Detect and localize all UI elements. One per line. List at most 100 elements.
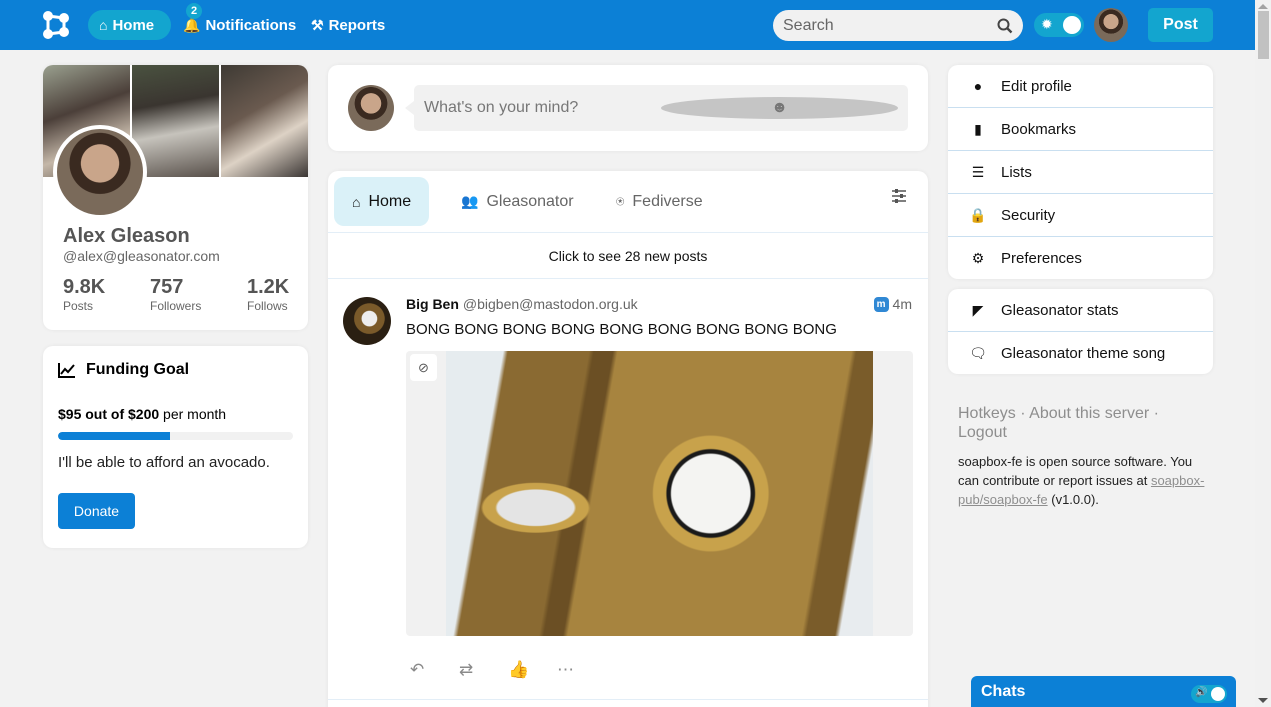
tab-label: Gleasonator <box>486 192 574 210</box>
fediverse-icon: ⍟ <box>616 193 625 209</box>
gear-icon: ⚙ <box>971 250 985 266</box>
stat-followers[interactable]: 757 Followers <box>150 276 201 313</box>
chats-title: Chats <box>981 683 1026 700</box>
tab-home[interactable]: ⌂ Home <box>334 177 430 226</box>
reply-button[interactable]: ↶ <box>406 658 455 682</box>
account-avatar[interactable] <box>1094 8 1128 42</box>
speaker-icon: 🔊 <box>1195 687 1208 698</box>
tab-label: Home <box>368 192 412 210</box>
separator: · <box>1015 405 1030 422</box>
link-hotkeys[interactable]: Hotkeys <box>958 405 1016 422</box>
status-time[interactable]: 4m <box>893 296 912 312</box>
stat-label: Follows <box>247 299 288 313</box>
menu-gleasonator-theme-song[interactable]: 🗨 Gleasonator theme song <box>948 332 1213 374</box>
status-author[interactable]: Big Ben @bigben@mastodon.org.uk <box>406 296 638 312</box>
search-icon[interactable] <box>997 18 1013 34</box>
users-icon: 👥 <box>461 193 479 209</box>
sun-icon: ✹ <box>1041 16 1053 32</box>
hide-media-button[interactable]: ⊘ <box>410 354 437 381</box>
profile-card: Alex Gleason @alex@gleasonator.com 9.8K … <box>43 65 308 330</box>
link-about[interactable]: About this server <box>1029 405 1149 422</box>
menu-label: Gleasonator stats <box>1001 301 1119 319</box>
chat-sound-toggle[interactable]: 🔊 <box>1191 685 1227 703</box>
menu-preferences[interactable]: ⚙ Preferences <box>948 237 1213 279</box>
status-actions: ↶ ⇄ 👍 ⋯ <box>406 658 602 682</box>
funding-progress-bar <box>58 432 293 440</box>
new-posts-banner[interactable]: Click to see 28 new posts <box>328 233 928 279</box>
area-chart-icon: ◤ <box>972 301 984 318</box>
menu-label: Preferences <box>1001 250 1082 267</box>
like-button[interactable]: 👍 <box>504 658 553 682</box>
scroll-down-arrow[interactable] <box>1258 698 1268 703</box>
comment-icon: 🗨 <box>969 345 987 361</box>
soapbox-logo[interactable] <box>42 10 70 40</box>
menu-label: Security <box>1001 206 1056 224</box>
sliders-icon[interactable] <box>892 189 906 203</box>
profile-name[interactable]: Alex Gleason <box>63 225 190 248</box>
ellipsis-icon: ⋯ <box>557 660 574 679</box>
link-logout[interactable]: Logout <box>958 424 1007 441</box>
line-chart-icon <box>58 363 75 378</box>
status-handle: @bigben@mastodon.org.uk <box>462 296 638 312</box>
big-ben-photo[interactable] <box>446 351 873 636</box>
menu-label: Lists <box>1001 163 1032 181</box>
more-button[interactable]: ⋯ <box>553 658 602 682</box>
repost-button[interactable]: ⇄ <box>455 658 504 682</box>
menu-bookmarks[interactable]: ▮ Bookmarks <box>948 108 1213 151</box>
profile-avatar[interactable] <box>53 125 147 219</box>
chats-panel[interactable]: Chats 🔊 <box>971 676 1236 707</box>
home-icon: ⌂ <box>352 193 361 210</box>
repost-icon: ⇄ <box>459 660 474 679</box>
version-text: (v1.0.0). <box>1047 492 1099 507</box>
nav-home-label: Home <box>112 16 155 34</box>
menu-gleasonator-stats[interactable]: ◤ Gleasonator stats <box>948 289 1213 332</box>
tab-gleasonator[interactable]: 👥 Gleasonator <box>443 177 592 226</box>
profile-handle: @alex@gleasonator.com <box>63 248 220 264</box>
status-display-name: Big Ben <box>406 296 459 312</box>
scroll-up-arrow[interactable] <box>1258 4 1268 9</box>
menu-label: Gleasonator theme song <box>1001 345 1166 362</box>
toggle-knob <box>1063 16 1081 34</box>
thumbs-up-icon: 👍 <box>508 660 530 679</box>
reply-icon: ↶ <box>410 660 425 679</box>
funding-description: I'll be able to afford an avocado. <box>58 454 270 471</box>
funding-amount-bold: $95 out of $200 <box>58 406 160 422</box>
post-button[interactable]: Post <box>1148 8 1213 42</box>
compose-avatar <box>348 85 394 131</box>
eye-slash-icon: ⊘ <box>418 359 429 375</box>
status-item[interactable]: Big Ben @bigben@mastodon.org.uk m 4m BONG… <box>328 280 928 700</box>
compose-input[interactable]: What's on your mind? ☻ <box>405 85 908 131</box>
nav-notifications[interactable]: 2 🔔 Notifications <box>172 3 307 40</box>
theme-toggle[interactable]: ✹ <box>1034 13 1084 37</box>
stat-value: 1.2K <box>247 276 290 298</box>
status-content: BONG BONG BONG BONG BONG BONG BONG BONG … <box>406 321 837 338</box>
stat-value: 9.8K <box>63 276 106 298</box>
nav-reports-label: Reports <box>328 16 386 34</box>
nav-home[interactable]: ⌂ Home <box>88 10 171 40</box>
status-avatar[interactable] <box>343 297 391 345</box>
funding-title: Funding Goal <box>58 361 189 379</box>
search-input[interactable] <box>783 16 997 35</box>
scroll-thumb[interactable] <box>1258 11 1269 59</box>
toggle-knob <box>1211 687 1225 701</box>
menu-label: Edit profile <box>1001 77 1072 95</box>
bookmark-icon: ▮ <box>974 120 982 137</box>
stat-follows[interactable]: 1.2K Follows <box>247 276 289 313</box>
funding-title-text: Funding Goal <box>86 361 190 378</box>
emoji-picker-icon[interactable]: ☻ <box>661 97 898 119</box>
page-scrollbar[interactable] <box>1255 0 1271 707</box>
status-media[interactable]: ⊘ <box>406 351 913 636</box>
compose-placeholder: What's on your mind? <box>424 99 579 116</box>
donate-button[interactable]: Donate <box>58 493 135 529</box>
mastodon-icon: m <box>873 296 889 312</box>
tab-fediverse[interactable]: ⍟ Fediverse <box>598 177 721 226</box>
search-box <box>773 10 1023 41</box>
menu-security[interactable]: 🔒 Security <box>948 194 1213 237</box>
stat-posts[interactable]: 9.8K Posts <box>63 276 105 313</box>
funding-amount: $95 out of $200 per month <box>58 406 226 422</box>
menu-lists[interactable]: ☰ Lists <box>948 151 1213 194</box>
home-icon: ⌂ <box>99 17 108 33</box>
nav-reports[interactable]: ⚒ Reports <box>300 10 396 40</box>
menu-edit-profile[interactable]: ● Edit profile <box>948 65 1213 108</box>
funding-progress-fill <box>58 432 170 440</box>
